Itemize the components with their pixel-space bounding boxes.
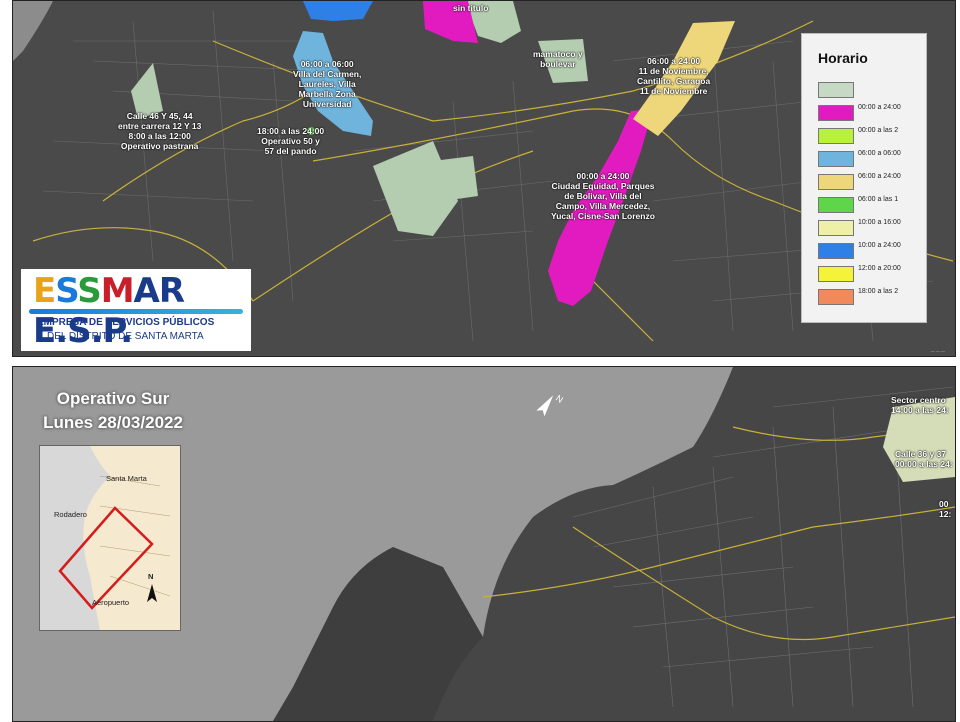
legend-label: 12:00 a 20:00 <box>858 265 901 272</box>
logo-swoosh <box>29 309 243 314</box>
legend-swatch <box>818 82 854 98</box>
bottom-map-panel: N Operativo Sur Lunes 28/03/2022 Santa M… <box>12 366 956 722</box>
legend-swatch <box>818 220 854 236</box>
legend-label: 18:00 a las 2 <box>858 288 899 295</box>
zone-label-calle-36: Calle 36 y 37 00:00 a las 24: <box>895 449 953 469</box>
inset-north-label: N <box>148 572 154 581</box>
legend-label: 00:00 a 24:00 <box>858 104 901 111</box>
legend-swatch <box>818 128 854 144</box>
svg-text:N: N <box>554 393 565 405</box>
legend-swatch <box>818 197 854 213</box>
legend-label: 10:00 a 16:00 <box>858 219 901 226</box>
map-title-line2: Lunes 28/03/2022 <box>43 413 183 432</box>
legend-title: Horario <box>818 50 868 66</box>
inset-label-rodadero: Rodadero <box>54 510 87 519</box>
inset-locator-map: Santa Marta Rodadero Aeropuerto N <box>39 445 181 631</box>
legend-swatch <box>818 174 854 190</box>
logo-line1: EMPRESA DE SERVICIOS PÚBLICOS <box>37 317 215 328</box>
schedule-legend: Horario 00:00 a 24:00 00:00 a las 2 06:00 … <box>801 33 927 323</box>
legend-swatch <box>818 105 854 121</box>
map-credits: — — — <box>930 348 945 353</box>
legend-label: 06:00 a 06:00 <box>858 150 901 157</box>
legend-swatch <box>818 243 854 259</box>
zone-label-villa-carmen: 06:00 a 06:00 Villa del Carmen, Laureles… <box>293 59 362 109</box>
map-title-line1: Operativo Sur <box>56 389 170 408</box>
zone-label-calle-46: Calle 46 Y 45, 44 entre carrera 12 Y 13 … <box>118 111 202 151</box>
north-arrow-icon: N <box>536 393 565 417</box>
zone-label-ciudad-equidad: 00:00 a 24:00 Ciudad Equidad, Parques de… <box>551 171 655 221</box>
legend-label: 06:00 a 24:00 <box>858 173 901 180</box>
essmar-logo: ESSMAR E.S.P. EMPRESA DE SERVICIOS PÚBLI… <box>21 269 251 351</box>
zone-label-11-noviembre: 06:00 a 24:00 11 de Noviembre, Cantilito… <box>637 56 711 96</box>
zone-label-operativo-50: 18:00 a las 24:00 Operativo 50 y 57 del … <box>257 126 325 156</box>
zone-label-sin-titulo: sin titulo <box>453 3 489 13</box>
top-map-panel: sin titulo mamatoco y boulevar 06:00 a 2… <box>12 0 956 357</box>
legend-swatch <box>818 289 854 305</box>
inset-label-aeropuerto: Aeropuerto <box>92 598 130 607</box>
inset-label-santa-marta: Santa Marta <box>106 474 147 483</box>
logo-line2: DEL DISTRITO DE SANTA MARTA <box>47 331 204 342</box>
legend-label: 00:00 a las 2 <box>858 127 899 134</box>
legend-item: 18:00 a las 2 <box>818 287 922 313</box>
legend-label: 06:00 a las 1 <box>858 196 899 203</box>
legend-label: 10:00 a 24:00 <box>858 242 901 249</box>
zone-label-edge: 00 12: <box>939 499 952 519</box>
legend-swatch <box>818 151 854 167</box>
legend-swatch <box>818 266 854 282</box>
zone-label-mamatoco: mamatoco y boulevar <box>533 49 583 69</box>
zone-label-sector-centro: Sector centro 14:00 a las 24: <box>891 395 949 415</box>
